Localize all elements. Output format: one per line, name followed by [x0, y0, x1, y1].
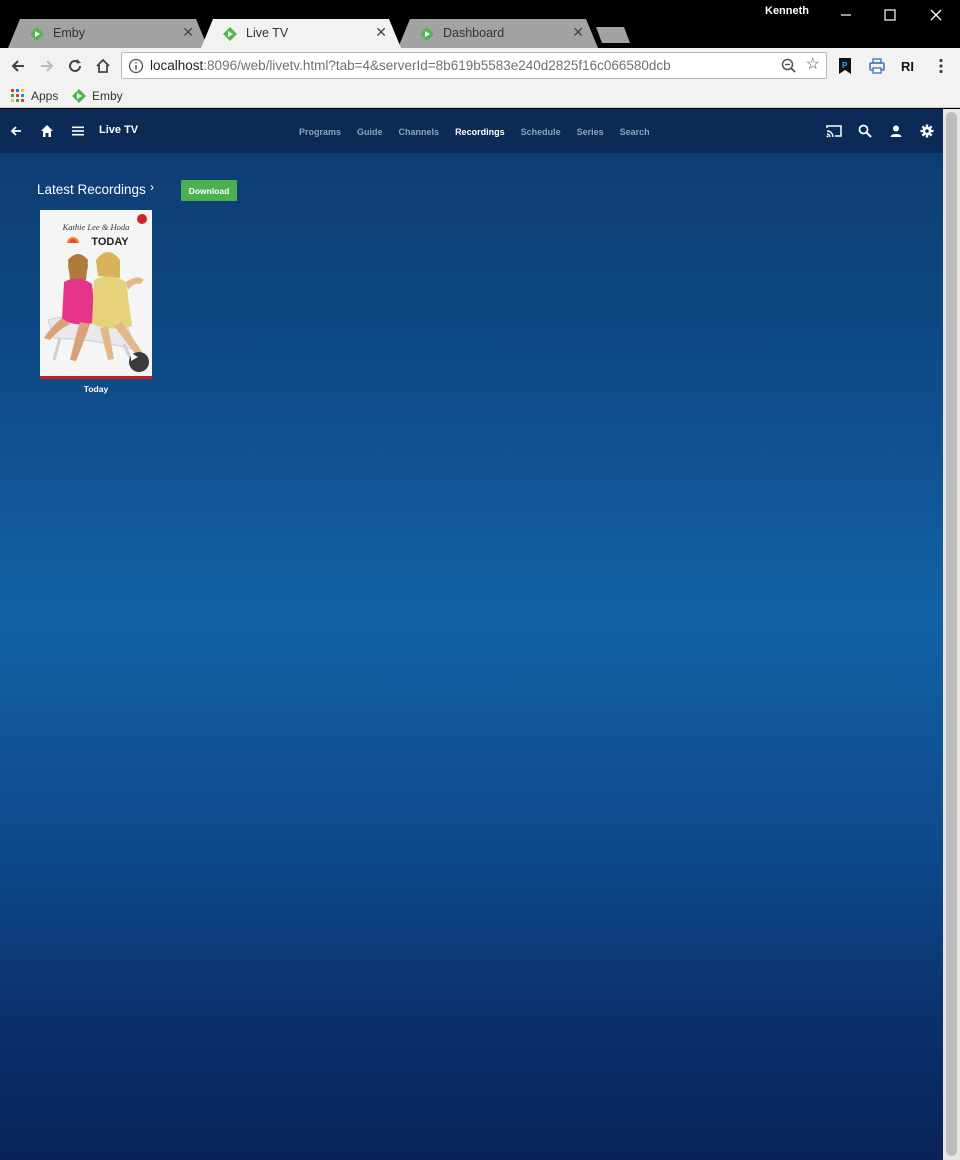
section-title[interactable]: Latest Recordings [37, 182, 146, 197]
maximize-icon[interactable] [878, 3, 902, 27]
emby-icon [72, 89, 86, 103]
tab-search[interactable]: Search [620, 127, 650, 137]
new-tab-button[interactable] [596, 27, 630, 43]
recording-title[interactable]: Today [40, 384, 152, 394]
watched-progress-bar [40, 376, 152, 379]
tab-live-tv[interactable]: Live TV ✕ [201, 19, 401, 48]
url-path: :8096/web/livetv.html?tab=4&serverId=8b6… [203, 58, 671, 73]
menu-dots-icon[interactable] [932, 57, 950, 75]
emby-icon [223, 27, 237, 41]
hamburger-menu-icon[interactable] [68, 121, 88, 141]
search-icon[interactable] [855, 121, 875, 141]
close-window-icon[interactable] [924, 3, 948, 27]
live-tv-tabs: Programs Guide Channels Recordings Sched… [299, 127, 666, 137]
close-tab-icon[interactable]: ✕ [572, 25, 584, 39]
tab-programs[interactable]: Programs [299, 127, 341, 137]
reload-icon[interactable] [63, 54, 87, 78]
zoom-out-icon[interactable] [780, 57, 798, 75]
download-button[interactable]: Download [181, 180, 237, 201]
url-host: localhost [150, 58, 204, 73]
tab-recordings[interactable]: Recordings [455, 127, 505, 137]
recording-poster[interactable]: Kathie Lee & Hoda TODAY [40, 210, 152, 376]
svg-text:RI: RI [901, 59, 914, 74]
tab-emby[interactable]: Emby ✕ [8, 19, 208, 48]
tab-schedule[interactable]: Schedule [521, 127, 561, 137]
tab-dashboard[interactable]: Dashboard ✕ [398, 19, 598, 48]
back-arrow-icon[interactable] [6, 54, 30, 78]
bookmark-extension-icon[interactable]: P [836, 57, 854, 75]
printer-extension-icon[interactable] [868, 57, 886, 75]
back-arrow-icon[interactable] [6, 121, 26, 141]
browser-titlebar: Emby ✕ Dashboard ✕ Live TV ✕ Kenneth [0, 0, 960, 48]
forward-arrow-icon[interactable] [35, 54, 59, 78]
recording-card[interactable]: Kathie Lee & Hoda TODAY Today [40, 210, 152, 394]
tab-channels[interactable]: Channels [399, 127, 440, 137]
home-icon[interactable] [37, 121, 57, 141]
recording-indicator-icon [137, 214, 147, 224]
gear-icon[interactable] [917, 121, 937, 141]
profile-name[interactable]: Kenneth [765, 5, 809, 17]
apps-grid-icon [11, 89, 24, 102]
emby-icon [420, 27, 434, 41]
info-icon[interactable] [128, 58, 144, 74]
tab-label: Emby [53, 26, 85, 40]
bookmarks-bar: Apps Emby [0, 84, 960, 108]
home-icon[interactable] [91, 54, 115, 78]
minimize-icon[interactable] [834, 3, 858, 27]
url-text[interactable]: localhost:8096/web/livetv.html?tab=4&ser… [150, 58, 671, 73]
emby-icon [30, 27, 44, 41]
tab-label: Dashboard [443, 26, 505, 40]
scrollbar-thumb[interactable] [946, 112, 957, 1156]
svg-text:P: P [842, 61, 848, 70]
tab-label: Live TV [246, 26, 289, 40]
address-bar[interactable]: localhost:8096/web/livetv.html?tab=4&ser… [121, 52, 827, 79]
cast-icon[interactable] [824, 121, 844, 141]
close-tab-icon[interactable]: ✕ [375, 25, 387, 39]
bookmark-star-icon[interactable]: ☆ [806, 56, 820, 74]
page-title: Live TV [99, 124, 139, 136]
emby-header: Live TV Programs Guide Channels Recordin… [0, 109, 943, 153]
bookmark-apps[interactable]: Apps [11, 87, 58, 105]
play-icon[interactable] [129, 352, 149, 372]
poster-line1: Kathie Lee & Hoda [62, 222, 130, 232]
browser-toolbar: localhost:8096/web/livetv.html?tab=4&ser… [0, 48, 960, 84]
poster-line2: TODAY [91, 236, 129, 248]
emby-page: Live TV Programs Guide Channels Recordin… [0, 109, 960, 1160]
chevron-right-icon[interactable]: › [150, 180, 154, 194]
bookmark-label: Apps [31, 89, 59, 103]
tab-series[interactable]: Series [577, 127, 604, 137]
tab-guide[interactable]: Guide [357, 127, 383, 137]
user-icon[interactable] [886, 121, 906, 141]
bookmark-emby[interactable]: Emby [72, 87, 123, 105]
bookmark-label: Emby [92, 89, 123, 103]
close-tab-icon[interactable]: ✕ [182, 25, 194, 39]
ri-extension-icon[interactable]: RI [900, 57, 918, 75]
